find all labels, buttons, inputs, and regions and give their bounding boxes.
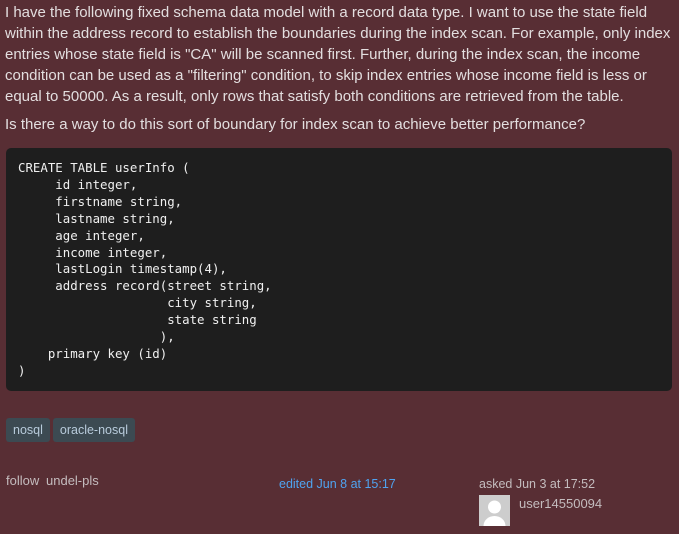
tag-oracle-nosql[interactable]: oracle-nosql (52, 418, 135, 442)
code-text: CREATE TABLE userInfo ( id integer, firs… (18, 160, 272, 378)
question-body-paragraph-1: I have the following fixed schema data m… (5, 4, 671, 105)
user-avatar[interactable] (479, 495, 510, 526)
user-name-link[interactable]: user14550094 (519, 496, 602, 511)
tag-nosql[interactable]: nosql (6, 418, 50, 442)
asked-timestamp: asked Jun 3 at 17:52 (479, 477, 596, 491)
default-user-avatar-icon (479, 495, 510, 526)
code-block: CREATE TABLE userInfo ( id integer, firs… (6, 148, 672, 391)
question-body-paragraph-2: Is there a way to do this sort of bounda… (5, 116, 586, 133)
edited-timestamp-link[interactable]: edited Jun 8 at 15:17 (279, 477, 396, 491)
tag-list: nosql oracle-nosql (6, 418, 135, 442)
undelete-link[interactable]: undel-pls (46, 473, 99, 488)
follow-link[interactable]: follow (6, 473, 39, 488)
